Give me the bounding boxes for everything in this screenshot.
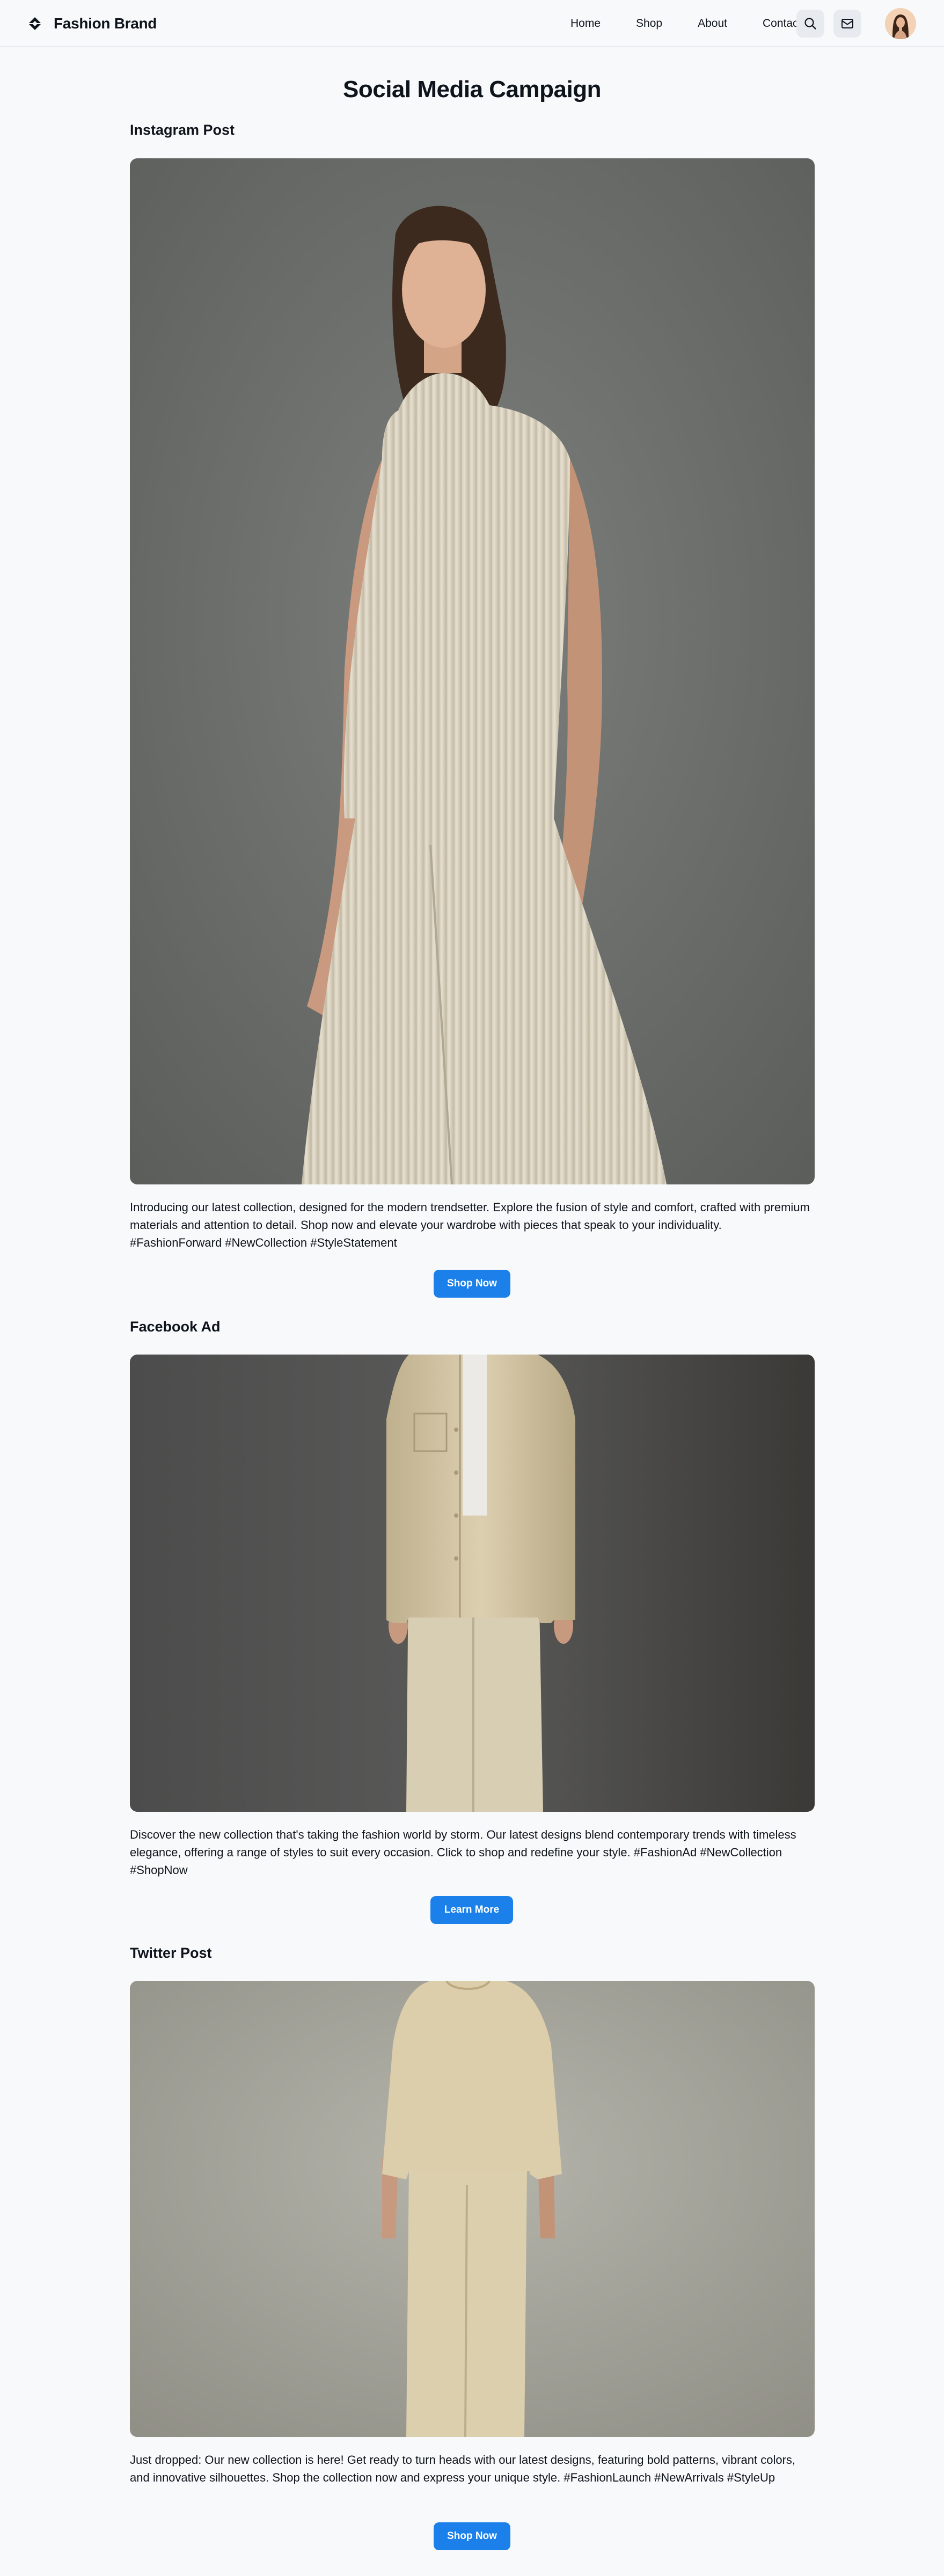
instagram-shop-now-button[interactable]: Shop Now (434, 1270, 510, 1298)
twitter-shop-now-button[interactable]: Shop Now (434, 2522, 510, 2550)
section-heading-facebook: Facebook Ad (130, 1319, 221, 1335)
site-header: Fashion Brand Home Shop About Contact (0, 0, 944, 47)
search-icon (804, 18, 816, 30)
facebook-ad-image (130, 1355, 815, 1812)
main-nav: Home Shop About Contact (570, 0, 801, 47)
twitter-post-image (130, 1981, 815, 2437)
instagram-caption: Introducing our latest collection, desig… (130, 1201, 810, 1249)
section-heading-twitter: Twitter Post (130, 1945, 212, 1961)
brand[interactable]: Fashion Brand (28, 0, 157, 47)
nav-home[interactable]: Home (570, 17, 601, 30)
facebook-learn-more-button[interactable]: Learn More (430, 1896, 513, 1924)
twitter-caption: Just dropped: Our new collection is here… (130, 2453, 796, 2484)
facebook-caption: Discover the new collection that's takin… (130, 1828, 796, 1877)
messages-button[interactable] (833, 10, 861, 38)
avatar-image (885, 8, 916, 39)
avatar[interactable] (885, 8, 916, 39)
brand-name: Fashion Brand (54, 15, 157, 32)
search-button[interactable] (796, 10, 824, 38)
nav-contact[interactable]: Contact (763, 17, 801, 30)
instagram-post-image (130, 158, 815, 1184)
section-heading-instagram: Instagram Post (130, 122, 235, 138)
nav-about[interactable]: About (698, 17, 727, 30)
nav-shop[interactable]: Shop (636, 17, 662, 30)
mail-icon (841, 19, 853, 28)
diamond-logo-icon (28, 17, 41, 30)
page-title: Social Media Campaign (343, 76, 601, 103)
